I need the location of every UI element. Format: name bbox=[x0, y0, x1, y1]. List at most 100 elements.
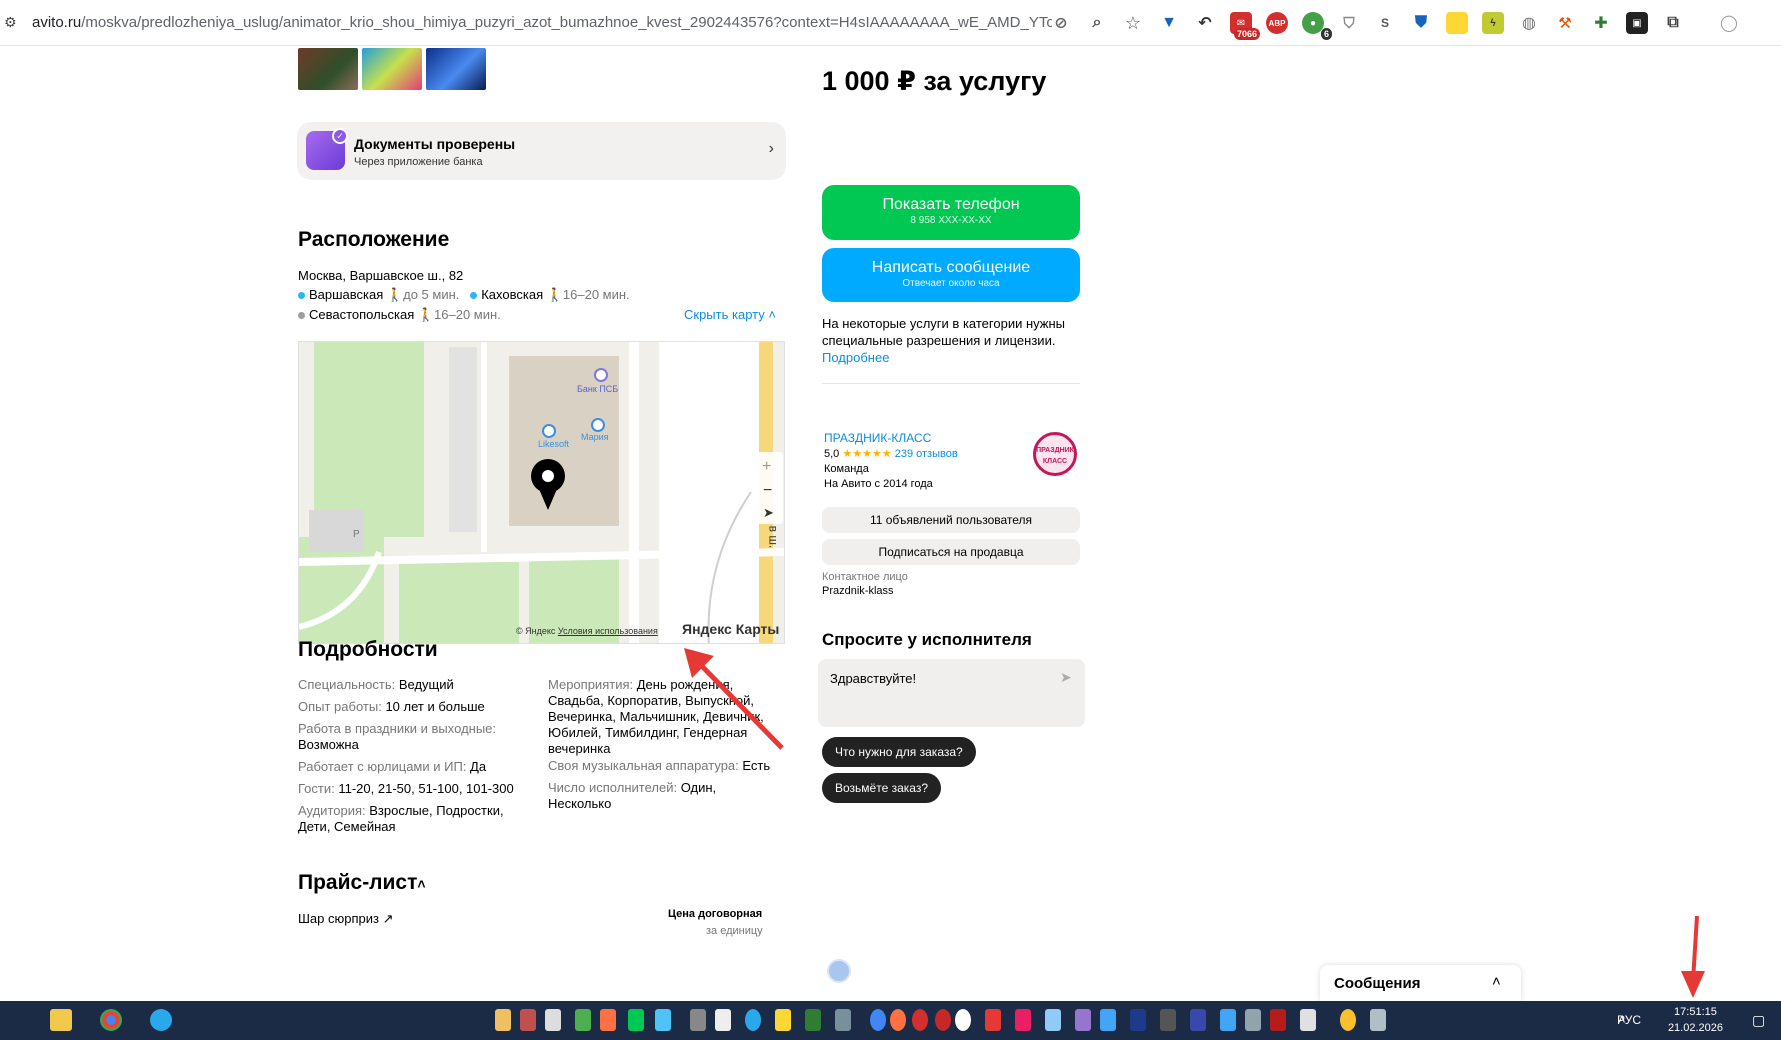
tray-app-icon[interactable] bbox=[1100, 1009, 1116, 1031]
tray-app-icon[interactable] bbox=[1075, 1009, 1091, 1031]
seller-name-link[interactable]: ПРАЗДНИК-КЛАСС bbox=[824, 431, 931, 445]
tray-app-icon[interactable] bbox=[955, 1009, 971, 1031]
screenshot-extension-icon[interactable]: S bbox=[1374, 12, 1396, 34]
file-explorer-icon[interactable] bbox=[50, 1009, 72, 1031]
tray-app-icon[interactable] bbox=[775, 1009, 791, 1031]
detail-specialty: Специальность: Ведущий bbox=[298, 677, 454, 692]
tray-app-icon[interactable] bbox=[1220, 1009, 1236, 1031]
map-zoom-in-button[interactable]: + bbox=[762, 458, 771, 476]
tray-app-icon[interactable] bbox=[1190, 1009, 1206, 1031]
tray-app-icon[interactable] bbox=[1015, 1009, 1031, 1031]
tray-app-icon[interactable] bbox=[1045, 1009, 1061, 1031]
tray-app-icon[interactable] bbox=[520, 1009, 536, 1031]
security-extension-icon[interactable]: ⛊ bbox=[1410, 12, 1432, 34]
chevron-up-icon[interactable]: ˄ bbox=[1492, 973, 1501, 990]
lightning-extension-icon[interactable]: ϟ bbox=[1482, 12, 1504, 34]
scroll-up-icon[interactable] bbox=[827, 959, 851, 983]
no-tracking-icon[interactable]: ⊘ bbox=[1050, 12, 1072, 34]
pricelist-item[interactable]: Шар сюрприз ↗ bbox=[298, 911, 394, 927]
reviews-link[interactable]: 239 отзывов bbox=[895, 448, 958, 460]
hide-map-label: Скрыть карту bbox=[684, 307, 765, 322]
tray-app-icon[interactable] bbox=[1370, 1009, 1386, 1031]
seller-avatar[interactable]: ПРАЗДНИК КЛАСС bbox=[1033, 432, 1077, 476]
quick-question-chip[interactable]: Что нужно для заказа? bbox=[822, 737, 976, 767]
shield-extension-icon[interactable]: ⛉ bbox=[1338, 12, 1360, 34]
reply-extension-icon[interactable]: ↶ bbox=[1194, 12, 1216, 34]
location-map[interactable]: Банк ПСБ Likesoft Мария P + − ➤ в ш. © Я… bbox=[298, 341, 785, 644]
vpn-extension-icon[interactable]: ▼ bbox=[1158, 12, 1180, 34]
quick-question-chip[interactable]: Возьмёте заказ? bbox=[822, 773, 941, 803]
tray-app-icon[interactable] bbox=[1130, 1009, 1146, 1031]
site-settings-icon[interactable]: ⚙ bbox=[4, 14, 22, 32]
address-text: Москва, Варшавское ш., 82 bbox=[298, 268, 464, 283]
tray-app-icon[interactable] bbox=[985, 1009, 1001, 1031]
map-zoom-out-button[interactable]: − bbox=[763, 482, 772, 500]
license-more-link[interactable]: Подробнее bbox=[822, 350, 889, 365]
subscribe-seller-button[interactable]: Подписаться на продавца bbox=[822, 539, 1080, 565]
ask-heading: Спросите у исполнителя bbox=[822, 630, 1032, 649]
notes-extension-icon[interactable] bbox=[1446, 12, 1468, 34]
chat-extension-icon[interactable]: ● 6 bbox=[1302, 12, 1332, 40]
tray-app-icon[interactable] bbox=[628, 1009, 644, 1031]
license-notice-line-1: На некоторые услуги в категории нужны bbox=[822, 316, 1065, 331]
map-poi-maria[interactable]: Мария bbox=[581, 432, 609, 442]
tray-app-icon[interactable] bbox=[912, 1009, 928, 1031]
tray-app-icon[interactable] bbox=[870, 1009, 886, 1031]
bookmark-star-icon[interactable]: ☆ bbox=[1122, 12, 1144, 34]
tray-app-icon[interactable] bbox=[495, 1009, 511, 1031]
map-terms-link[interactable]: Условия использования bbox=[558, 626, 658, 636]
tray-app-icon[interactable] bbox=[1270, 1009, 1286, 1031]
tool-extension-icon[interactable]: ⚒ bbox=[1554, 12, 1576, 34]
phone-masked: 8 958 XXX-XX-XX bbox=[910, 215, 992, 226]
map-poi-bank[interactable]: Банк ПСБ bbox=[577, 384, 618, 394]
telegram-icon[interactable] bbox=[150, 1009, 172, 1031]
media-extension-icon[interactable]: ▣ bbox=[1626, 12, 1648, 34]
hide-map-link[interactable]: Скрыть карту ˄ bbox=[684, 307, 776, 322]
address-bar[interactable]: avito.ru/moskva/predlozheniya_uslug/anim… bbox=[32, 14, 1052, 31]
show-phone-button[interactable]: Показать телефон 8 958 XXX-XX-XX bbox=[822, 185, 1080, 240]
write-message-button[interactable]: Написать сообщение Отвечает около часа bbox=[822, 248, 1080, 302]
adblock-icon[interactable]: ABP bbox=[1266, 12, 1288, 34]
detail-label: Аудитория: bbox=[298, 803, 366, 818]
map-locate-icon[interactable]: ➤ bbox=[763, 505, 774, 521]
tray-app-icon[interactable] bbox=[1340, 1009, 1356, 1031]
tray-app-icon[interactable] bbox=[805, 1009, 821, 1031]
tray-app-icon[interactable] bbox=[745, 1009, 761, 1031]
send-icon[interactable]: ➤ bbox=[1060, 669, 1072, 686]
zoom-icon[interactable]: ⌕ bbox=[1086, 12, 1108, 34]
tray-app-icon[interactable] bbox=[655, 1009, 671, 1031]
tray-app-icon[interactable] bbox=[1245, 1009, 1261, 1031]
messages-panel[interactable]: Сообщения ˄ bbox=[1320, 965, 1521, 1001]
documents-subtitle: Через приложение банка bbox=[354, 156, 483, 168]
profile-avatar-icon[interactable]: ◯ bbox=[1718, 12, 1740, 34]
gallery-thumbnail[interactable] bbox=[362, 48, 422, 90]
mail-extension-icon[interactable]: ✉ 7066 bbox=[1230, 12, 1260, 40]
taskbar-clock[interactable]: 17:51:15 21.02.2026 bbox=[1668, 1004, 1723, 1036]
tray-app-icon[interactable] bbox=[935, 1009, 951, 1031]
tray-app-icon[interactable] bbox=[1160, 1009, 1176, 1031]
gallery-thumbnail[interactable] bbox=[426, 48, 486, 90]
tray-app-icon[interactable] bbox=[600, 1009, 616, 1031]
tray-app-icon[interactable] bbox=[715, 1009, 731, 1031]
gallery-thumbnail[interactable] bbox=[298, 48, 358, 90]
chrome-icon[interactable] bbox=[100, 1009, 122, 1031]
map-poi-likesoft[interactable]: Likesoft bbox=[538, 439, 569, 449]
tray-app-icon[interactable] bbox=[890, 1009, 906, 1031]
documents-verified-card[interactable]: ✓ Документы проверены Через приложение б… bbox=[297, 122, 786, 180]
pricelist-heading[interactable]: Прайс-лист˄ bbox=[298, 871, 426, 895]
tray-app-icon[interactable] bbox=[545, 1009, 561, 1031]
tray-app-icon[interactable] bbox=[835, 1009, 851, 1031]
seller-ads-button[interactable]: 11 объявлений пользователя bbox=[822, 507, 1080, 533]
language-indicator[interactable]: РУС bbox=[1617, 1013, 1641, 1027]
notification-icon[interactable]: ▢ bbox=[1752, 1012, 1765, 1029]
tray-app-icon[interactable] bbox=[690, 1009, 706, 1031]
globe-extension-icon[interactable]: ◍ bbox=[1518, 12, 1540, 34]
puzzle-extension-icon[interactable]: ✚ bbox=[1590, 12, 1612, 34]
tray-app-icon[interactable] bbox=[1300, 1009, 1316, 1031]
map-canvas[interactable] bbox=[299, 342, 785, 644]
extensions-icon[interactable]: ⧉ bbox=[1662, 12, 1684, 34]
map-copyright: © Яндекс Условия использования bbox=[516, 626, 658, 636]
yandex-maps-logo[interactable]: Яндекс Карты bbox=[682, 621, 779, 637]
tray-app-icon[interactable] bbox=[575, 1009, 591, 1031]
ask-message-input[interactable]: Здравствуйте! ➤ bbox=[818, 659, 1085, 727]
